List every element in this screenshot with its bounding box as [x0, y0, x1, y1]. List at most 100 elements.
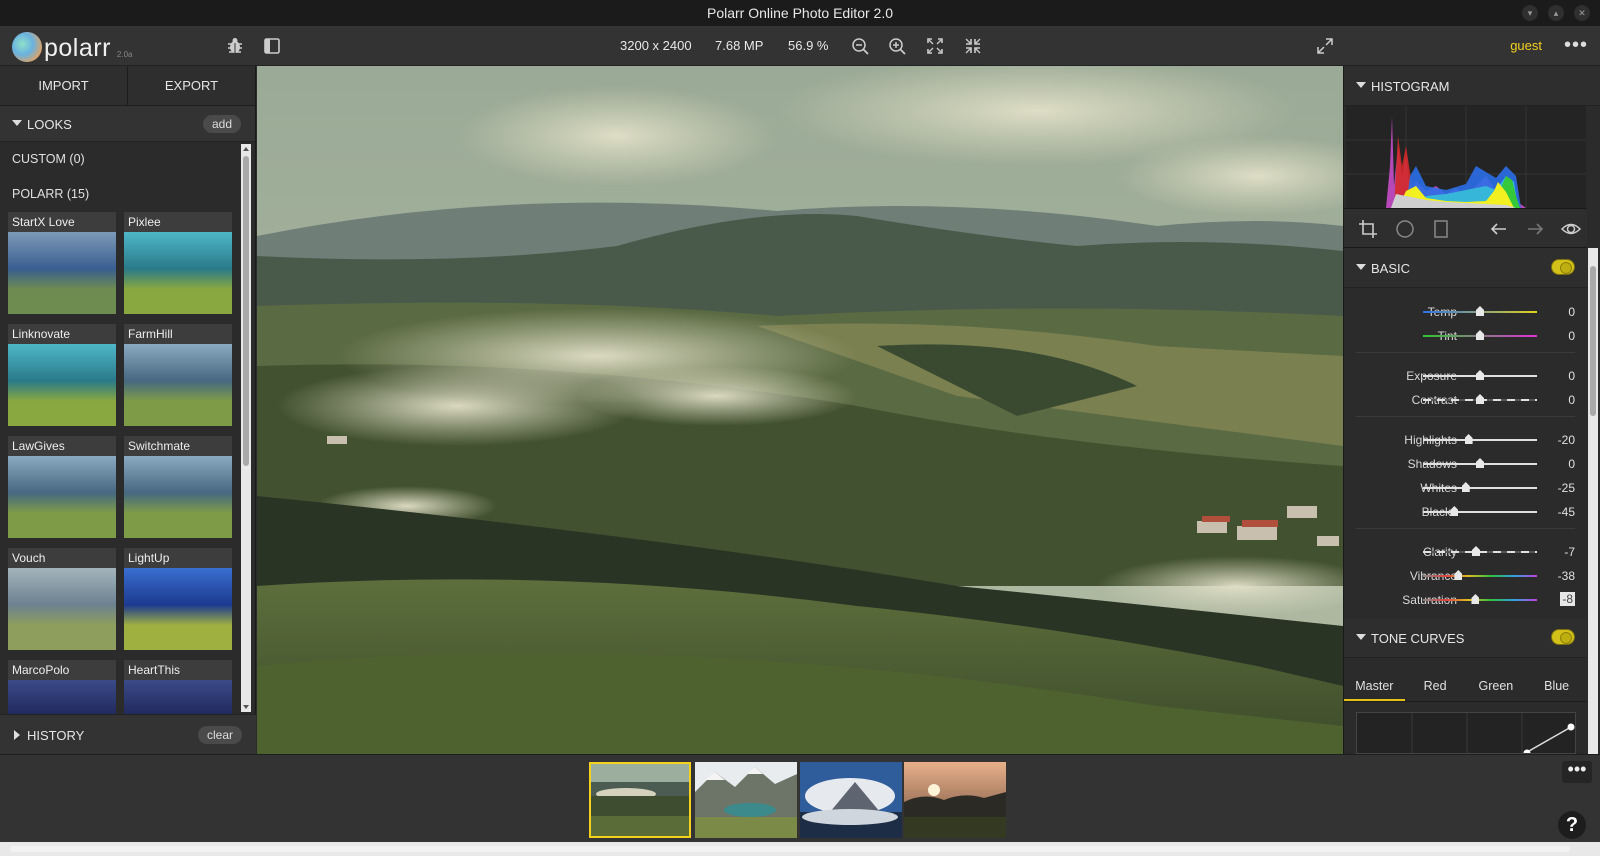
radial-mask-icon[interactable] [1395, 219, 1415, 239]
film-thumb-4[interactable] [904, 762, 1006, 838]
slider-handle[interactable] [1476, 394, 1484, 404]
looks-scrollbar[interactable] [241, 144, 251, 712]
slider-value[interactable]: 0 [1568, 457, 1575, 471]
scrollbar-thumb[interactable] [1590, 266, 1596, 416]
histogram-section-header[interactable]: HISTOGRAM [1344, 66, 1600, 106]
bug-icon[interactable] [225, 36, 245, 56]
film-thumb-1[interactable] [589, 762, 691, 838]
slider-shadows[interactable]: Shadows0 [1344, 452, 1587, 476]
slider-temp[interactable]: Temp0 [1344, 300, 1587, 324]
looks-list[interactable]: CUSTOM (0) POLARR (15) StartX Love Pixlee… [0, 142, 256, 714]
minimize-button[interactable]: ▾ [1522, 5, 1538, 21]
slider-exposure[interactable]: Exposure0 [1344, 364, 1587, 388]
slider-track[interactable] [1423, 599, 1537, 601]
slider-value[interactable]: -20 [1558, 433, 1575, 447]
slider-value[interactable]: 0 [1568, 393, 1575, 407]
slider-tint[interactable]: Tint0 [1344, 324, 1587, 348]
film-thumb-3[interactable] [800, 762, 902, 838]
look-thumb[interactable]: Vouch [8, 548, 116, 650]
slider-track[interactable] [1423, 487, 1537, 489]
tab-blue[interactable]: Blue [1526, 672, 1587, 701]
look-thumb[interactable]: Linknovate [8, 324, 116, 426]
looks-section-header[interactable]: LOOKS add [0, 106, 255, 142]
look-thumb[interactable]: MarcoPolo [8, 660, 116, 714]
look-thumb[interactable]: Pixlee [124, 212, 232, 314]
slider-clarity[interactable]: Clarity-7 [1344, 540, 1587, 564]
slider-handle[interactable] [1476, 306, 1484, 316]
slider-handle[interactable] [1464, 434, 1473, 444]
look-thumb[interactable]: Switchmate [124, 436, 232, 538]
gradient-mask-icon[interactable] [1431, 219, 1451, 239]
eye-preview-icon[interactable] [1561, 219, 1581, 239]
redo-icon[interactable] [1525, 219, 1545, 239]
scroll-up-icon[interactable] [243, 147, 249, 151]
zoom-in-icon[interactable] [887, 36, 907, 56]
slider-track[interactable] [1423, 551, 1537, 553]
custom-looks-category[interactable]: CUSTOM (0) [0, 142, 256, 177]
slider-value[interactable]: 0 [1568, 305, 1575, 319]
slider-handle[interactable] [1471, 594, 1480, 604]
actual-size-icon[interactable] [963, 36, 983, 56]
tone-curves-toggle[interactable] [1551, 629, 1575, 645]
photo-canvas[interactable] [257, 66, 1343, 754]
slider-vibrance[interactable]: Vibrance-38 [1344, 564, 1587, 588]
more-menu-icon[interactable]: ••• [1564, 35, 1588, 55]
slider-blacks[interactable]: Blacks-45 [1344, 500, 1587, 524]
history-section-header[interactable]: HISTORY clear [0, 714, 256, 754]
tab-green[interactable]: Green [1466, 672, 1527, 701]
slider-handle[interactable] [1476, 330, 1484, 340]
add-look-button[interactable]: add [202, 115, 241, 133]
scrollbar-thumb[interactable] [243, 156, 249, 466]
crop-icon[interactable] [1358, 219, 1378, 239]
slider-value[interactable]: -38 [1558, 569, 1575, 583]
tab-red[interactable]: Red [1405, 672, 1466, 701]
tab-master[interactable]: Master [1344, 672, 1405, 701]
film-thumb-2[interactable] [695, 762, 797, 838]
undo-icon[interactable] [1489, 219, 1509, 239]
tone-curves-section-header[interactable]: TONE CURVES [1344, 618, 1587, 658]
zoom-out-icon[interactable] [850, 36, 870, 56]
look-thumb[interactable]: HeartThis [124, 660, 232, 714]
import-button[interactable]: IMPORT [0, 66, 127, 105]
slider-handle[interactable] [1472, 546, 1480, 556]
slider-handle[interactable] [1461, 482, 1470, 492]
slider-value[interactable]: -25 [1558, 481, 1575, 495]
slider-whites[interactable]: Whites-25 [1344, 476, 1587, 500]
export-button[interactable]: EXPORT [127, 66, 255, 105]
filmstrip-more-button[interactable]: ••• [1562, 760, 1592, 783]
fullscreen-icon[interactable] [1315, 36, 1335, 56]
user-account-link[interactable]: guest [1510, 38, 1542, 53]
basic-section-header[interactable]: BASIC [1344, 248, 1587, 288]
scrollbar-thumb[interactable] [10, 846, 1570, 852]
slider-contrast[interactable]: Contrast0 [1344, 388, 1587, 412]
clear-history-button[interactable]: clear [197, 726, 242, 744]
slider-saturation[interactable]: Saturation-8 [1344, 588, 1587, 612]
look-thumb[interactable]: StartX Love [8, 212, 116, 314]
close-button[interactable]: ✕ [1574, 5, 1590, 21]
fit-screen-icon[interactable] [925, 36, 945, 56]
slider-track[interactable] [1423, 439, 1537, 441]
collapse-triangle-icon [1356, 264, 1366, 270]
slider-track[interactable] [1423, 575, 1537, 577]
slider-value[interactable]: -45 [1558, 505, 1575, 519]
slider-track[interactable] [1423, 511, 1537, 513]
scroll-down-icon[interactable] [243, 705, 249, 709]
help-button[interactable]: ? [1558, 811, 1586, 839]
slider-value[interactable]: 0 [1568, 329, 1575, 343]
slider-value[interactable]: -7 [1564, 545, 1575, 559]
sidebar-toggle-icon[interactable] [262, 36, 282, 56]
basic-toggle[interactable] [1551, 259, 1575, 275]
slider-value[interactable]: 0 [1568, 369, 1575, 383]
horizontal-scrollbar[interactable] [0, 842, 1600, 856]
look-thumb[interactable]: FarmHill [124, 324, 232, 426]
slider-highlights[interactable]: Highlights-20 [1344, 428, 1587, 452]
slider-handle[interactable] [1476, 458, 1484, 468]
slider-handle[interactable] [1476, 370, 1484, 380]
adjustments-scrollbar[interactable] [1588, 248, 1598, 754]
polarr-looks-category[interactable]: POLARR (15) [0, 177, 256, 212]
slider-value[interactable]: -8 [1560, 592, 1575, 606]
look-thumb[interactable]: LawGives [8, 436, 116, 538]
tone-curve-editor[interactable] [1356, 712, 1576, 754]
maximize-button[interactable]: ▴ [1548, 5, 1564, 21]
look-thumb[interactable]: LightUp [124, 548, 232, 650]
